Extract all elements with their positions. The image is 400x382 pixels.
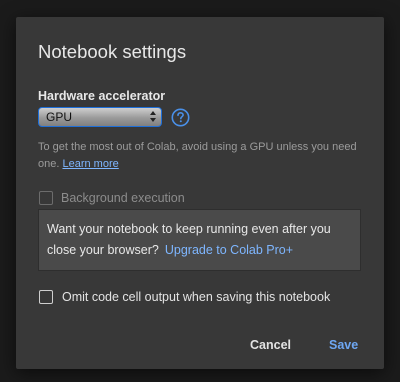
notebook-settings-dialog: Notebook settings Hardware accelerator G… xyxy=(16,17,384,369)
learn-more-link[interactable]: Learn more xyxy=(62,158,118,170)
omit-output-checkbox[interactable] xyxy=(39,290,53,304)
background-execution-label: Background execution xyxy=(61,191,185,205)
cancel-button[interactable]: Cancel xyxy=(250,338,291,352)
gpu-hint: To get the most out of Colab, avoid usin… xyxy=(38,139,368,173)
help-icon[interactable] xyxy=(171,108,190,127)
hardware-accelerator-select[interactable]: GPU xyxy=(38,107,162,127)
hardware-accelerator-value: GPU xyxy=(46,110,73,124)
upgrade-callout-text: Want your notebook to keep running even … xyxy=(47,219,352,261)
save-button[interactable]: Save xyxy=(329,338,358,352)
upgrade-colab-pro-link[interactable]: Upgrade to Colab Pro+ xyxy=(165,243,293,257)
background-execution-checkbox[interactable] xyxy=(39,191,53,205)
upgrade-callout: Want your notebook to keep running even … xyxy=(38,209,361,271)
dialog-title: Notebook settings xyxy=(38,41,187,62)
hardware-accelerator-label: Hardware accelerator xyxy=(38,89,166,103)
select-arrows-icon xyxy=(150,111,156,122)
omit-output-label: Omit code cell output when saving this n… xyxy=(62,290,331,304)
